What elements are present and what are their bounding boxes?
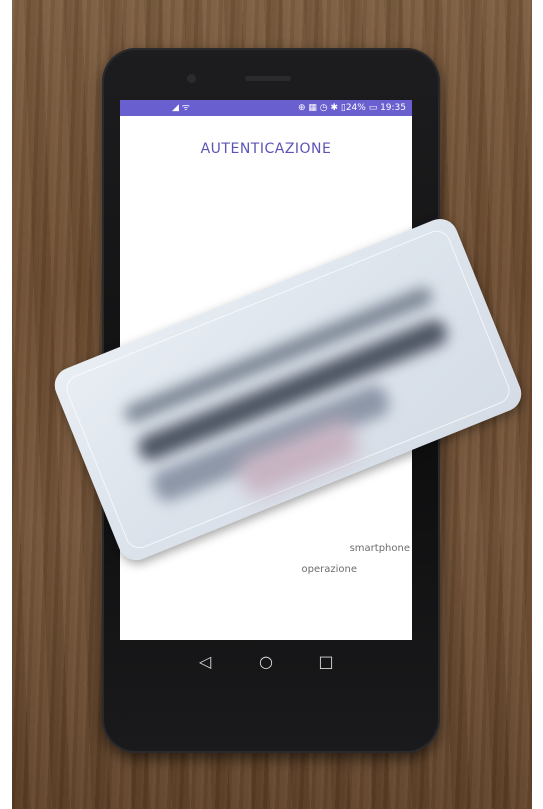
instruction-line-1: smartphone	[349, 543, 410, 554]
navigation-bar: ◁ ○ □	[120, 640, 412, 690]
back-icon[interactable]: ◁	[193, 650, 217, 674]
status-indicators: ⊕ ▦ ◷ ✱ ▯24% ▭ 19:35	[298, 103, 406, 113]
instruction-line-2: operazione	[301, 564, 358, 575]
page-title: AUTENTICAZIONE	[200, 141, 332, 157]
signal-wifi-icons: ◢ ᯤ	[172, 103, 190, 113]
recent-apps-icon[interactable]: □	[314, 650, 338, 674]
photo-frame: ◢ ᯤ ⊕ ▦ ◷ ✱ ▯24% ▭ 19:35 AUTENTICAZIONE …	[0, 0, 543, 809]
earpiece	[245, 76, 291, 81]
instruction-text: smartphone operazione	[190, 538, 411, 580]
front-camera	[187, 74, 196, 83]
status-bar: ◢ ᯤ ⊕ ▦ ◷ ✱ ▯24% ▭ 19:35	[120, 100, 412, 116]
home-icon[interactable]: ○	[254, 650, 278, 674]
